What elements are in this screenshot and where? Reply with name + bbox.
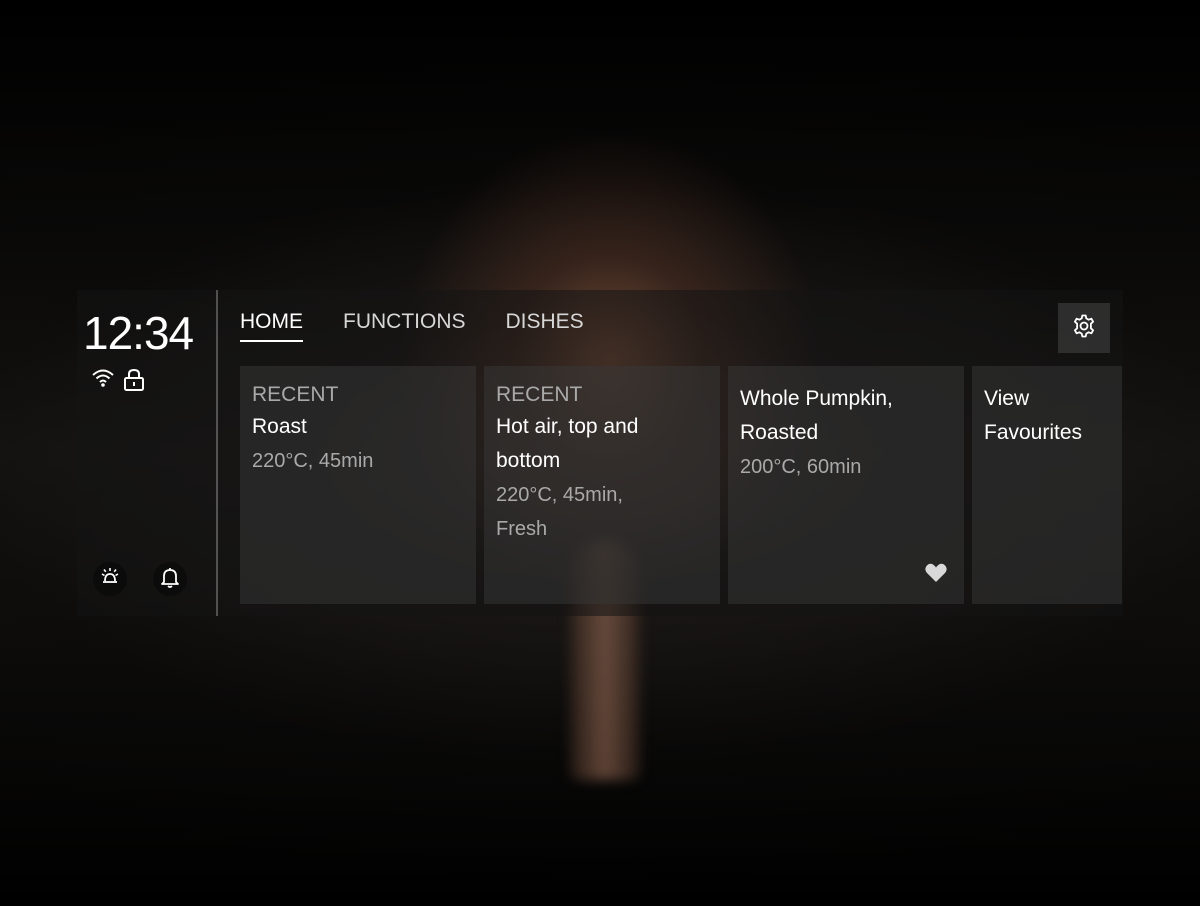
notifications-button[interactable] [153, 562, 187, 596]
settings-button[interactable] [1058, 303, 1110, 353]
card-title: Hot air, top and bottom [496, 415, 639, 472]
card-label: RECENT [496, 383, 583, 406]
gear-icon [1071, 313, 1097, 344]
card-whole-pumpkin[interactable]: Whole Pumpkin, Roasted 200°C, 60min [728, 366, 964, 604]
card-title: Roast [252, 415, 307, 438]
oven-light-icon [98, 565, 122, 594]
card-meta: 220°C, 45min, Fresh [496, 484, 623, 540]
card-meta: 220°C, 45min [252, 450, 374, 472]
quick-actions [93, 562, 187, 596]
status-icons [91, 368, 145, 392]
tab-home[interactable]: HOME [240, 310, 303, 342]
bell-icon [158, 565, 182, 594]
tab-functions[interactable]: FUNCTIONS [343, 310, 466, 342]
card-recent-hot-air[interactable]: RECENT Hot air, top and bottom 220°C, 45… [484, 366, 720, 604]
wifi-icon [91, 368, 115, 392]
oven-light-button[interactable] [93, 562, 127, 596]
card-title: Whole Pumpkin, Roasted [740, 387, 893, 444]
heart-icon[interactable] [924, 561, 948, 588]
card-meta: 200°C, 60min [740, 456, 862, 478]
main-nav: HOME FUNCTIONS DISHES [240, 310, 584, 342]
status-column: 12:34 [77, 290, 218, 616]
oven-display-panel: 12:34 HOME FUNCTIONS DISHES RECENT Roast… [77, 290, 1123, 616]
card-view-favourites[interactable]: View Favourites [972, 366, 1122, 604]
clock: 12:34 [83, 307, 194, 359]
lock-icon [123, 368, 145, 392]
card-recent-roast[interactable]: RECENT Roast 220°C, 45min [240, 366, 476, 604]
card-title: View Favourites [984, 387, 1083, 444]
card-label: RECENT [252, 383, 339, 406]
tab-dishes[interactable]: DISHES [506, 310, 584, 342]
